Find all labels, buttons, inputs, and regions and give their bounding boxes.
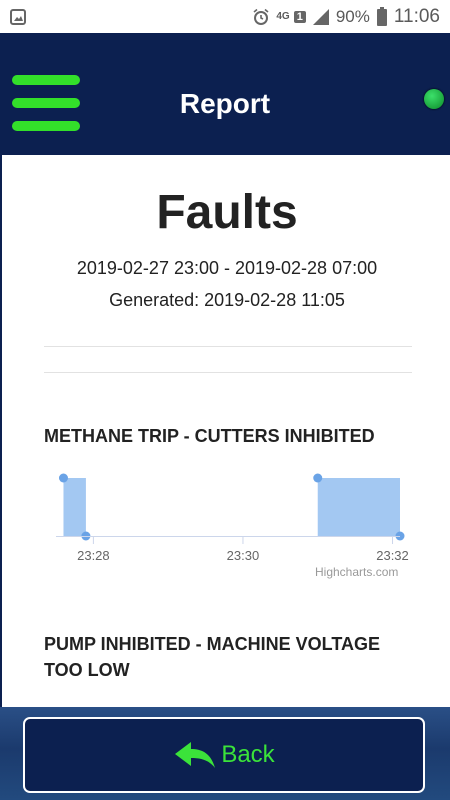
battery-icon [376, 6, 387, 26]
report-date-range: 2019-02-27 23:00 - 2019-02-28 07:00 [76, 258, 378, 278]
back-arrow-icon [175, 742, 216, 768]
divider [44, 346, 412, 347]
back-button-label: Back [221, 741, 275, 768]
gallery-icon [10, 9, 26, 25]
sim-badge: 1 [293, 10, 306, 23]
alarm-icon [253, 8, 269, 25]
section-title-pump-inhibited: PUMP INHIBITED - MACHINE VOLTAGE TOO LOW [44, 634, 381, 680]
network-label: 4G [276, 11, 290, 22]
divider [44, 372, 412, 373]
footer-bar: Back [0, 707, 450, 800]
x-tick-label: 23:30 [227, 548, 260, 563]
clock: 11:06 [393, 5, 440, 27]
area-segment [63, 478, 86, 536]
page-title: Report [179, 88, 271, 119]
battery-percent: 90% [335, 6, 370, 26]
signal-icon [312, 8, 329, 25]
area-segment [317, 478, 400, 536]
section-title-methane-trip: METHANE TRIP - CUTTERS INHIBITED [44, 426, 375, 446]
app-header: Report [0, 33, 450, 155]
report-card: Faults 2019-02-27 23:00 - 2019-02-28 07:… [0, 155, 450, 707]
data-point[interactable] [58, 473, 68, 483]
chart-credits[interactable]: Highcharts.com [315, 565, 398, 579]
x-tick-label: 23:32 [376, 548, 409, 563]
x-tick-label: 23:28 [77, 548, 110, 563]
report-title: Faults [156, 186, 298, 239]
methane-trip-chart: 23:28 23:30 23:32 [56, 473, 409, 563]
connection-status-indicator [424, 89, 444, 109]
report-generated-time: Generated: 2019-02-28 11:05 [109, 290, 345, 310]
back-button[interactable]: Back [23, 717, 425, 793]
data-point[interactable] [313, 473, 323, 483]
status-bar: 4G 1 90% 11:06 [0, 0, 450, 33]
